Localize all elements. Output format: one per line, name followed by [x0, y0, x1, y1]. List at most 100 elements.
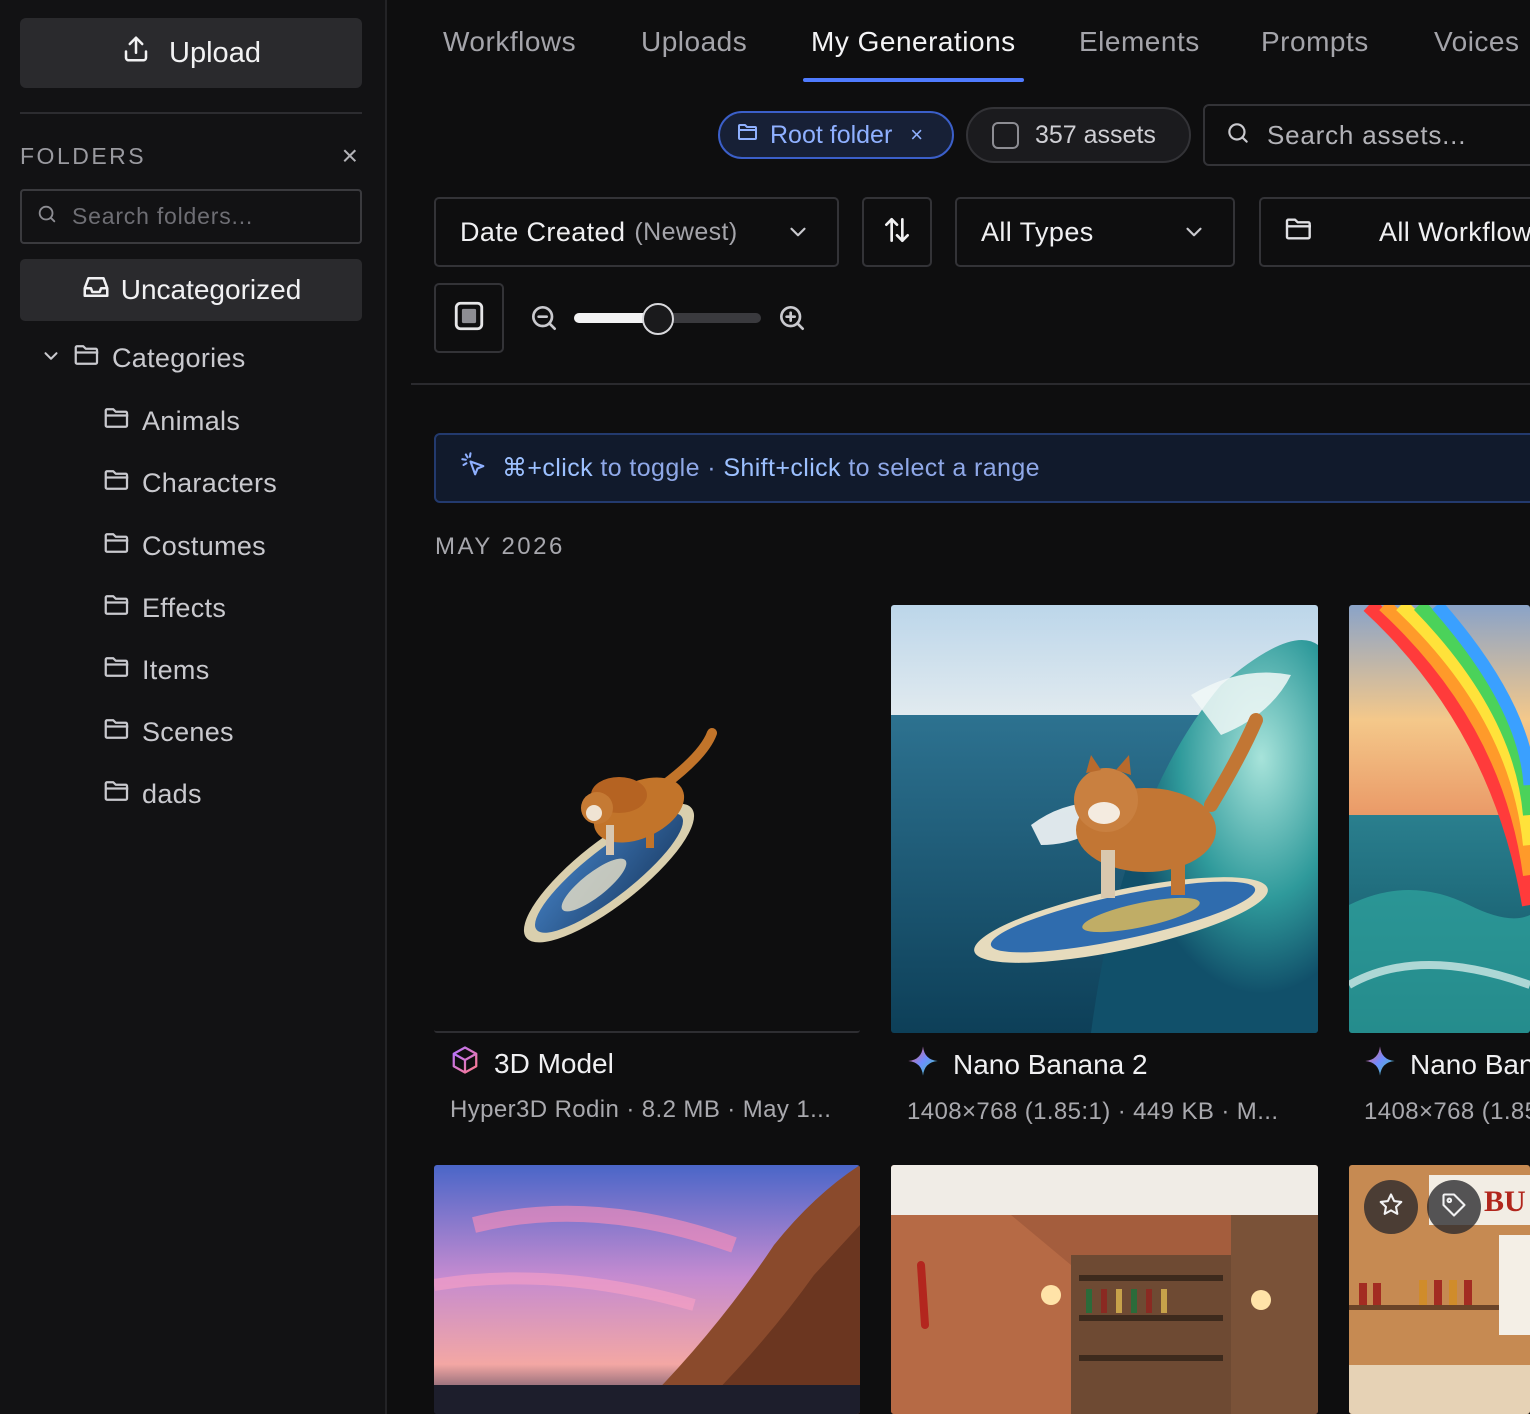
image-thumbnail [1349, 605, 1530, 1033]
folders-sidebar: Upload FOLDERS × Uncategorized Categorie… [0, 0, 387, 1414]
asset-card-image[interactable] [1349, 605, 1530, 1033]
folders-header: FOLDERS × [20, 140, 362, 172]
sparkle-icon [1364, 1045, 1396, 1084]
sort-arrows-icon [881, 214, 913, 251]
asset-search-input[interactable] [1267, 119, 1530, 151]
folder-search-input[interactable] [72, 203, 352, 230]
sidebar-item-dads[interactable]: dads [102, 776, 202, 813]
zoom-thumb[interactable] [642, 303, 675, 335]
workflow-select[interactable]: All Workflows [1259, 197, 1530, 267]
folder-icon [102, 528, 132, 565]
folder-label: Effects [142, 593, 227, 623]
select-all-assets-toggle[interactable]: 357 assets [966, 107, 1191, 163]
sidebar-item-scenes[interactable]: Scenes [102, 714, 234, 751]
cube-icon [450, 1045, 480, 1082]
folder-icon [102, 776, 132, 813]
star-icon [1377, 1191, 1405, 1224]
tag-button[interactable] [1427, 1180, 1481, 1234]
tab-elements[interactable]: Elements [1079, 26, 1200, 58]
folder-label: Costumes [142, 531, 266, 561]
folder-search-field [20, 189, 362, 244]
folders-title: FOLDERS [20, 142, 147, 169]
sidebar-item-effects[interactable]: Effects [102, 590, 226, 627]
tab-workflows[interactable]: Workflows [443, 26, 576, 58]
folder-label: Animals [142, 406, 241, 436]
sidebar-item-categories[interactable]: Categories [40, 340, 246, 377]
sidebar-item-animals[interactable]: Animals [102, 403, 240, 440]
image-thumbnail [891, 605, 1318, 1033]
sort-order: (Newest) [634, 217, 738, 246]
sidebar-item-uncategorized[interactable]: Uncategorized [20, 259, 362, 321]
card-title: 3D Model [494, 1047, 614, 1079]
image-thumbnail [434, 1165, 860, 1414]
range-text: to select a range [848, 454, 1040, 482]
toggle-key: ⌘+click [502, 454, 594, 482]
selection-hint-banner: ⌘+click to toggle · Shift+click to selec… [434, 433, 1530, 503]
checkbox[interactable] [992, 121, 1019, 149]
asset-card-image[interactable] [891, 1165, 1318, 1414]
square-view-icon [452, 299, 486, 338]
chevron-down-icon[interactable] [40, 343, 62, 374]
search-icon [1225, 120, 1251, 151]
card-title: Nano Banana 2 [1410, 1048, 1530, 1080]
categories-label: Categories [112, 343, 246, 373]
card-subtitle: 1408×768 (1.85:1) · 449 KB · M... [907, 1098, 1279, 1125]
inbox-icon [81, 272, 111, 309]
folder-open-icon [736, 120, 760, 151]
toolbar-divider [411, 383, 1530, 385]
card-subtitle: 1408×768 (1.85:1) · 449 KB · M... [1364, 1098, 1530, 1125]
sort-direction-button[interactable] [862, 197, 932, 267]
asset-card-image[interactable] [891, 605, 1318, 1033]
assets-main: Workflows Uploads My Generations Element… [389, 0, 1530, 1414]
upload-icon [121, 34, 151, 72]
assets-count: 357 assets [1035, 120, 1156, 149]
range-key: Shift+click [723, 454, 841, 482]
sidebar-item-costumes[interactable]: Costumes [102, 528, 266, 565]
folder-icon [102, 652, 132, 689]
sidebar-divider [20, 112, 362, 114]
sidebar-item-characters[interactable]: Characters [102, 465, 277, 502]
folder-icon [102, 590, 132, 627]
folder-icon [72, 340, 102, 377]
active-tab-indicator [803, 78, 1024, 82]
tab-prompts[interactable]: Prompts [1261, 26, 1369, 58]
asset-card-meta: 3D Model Hyper3D Rodin · 8.2 MB · May 1.… [450, 1045, 860, 1124]
type-select[interactable]: All Types [955, 197, 1235, 267]
chevron-down-icon [785, 219, 811, 252]
tab-voices[interactable]: Voices [1434, 26, 1520, 58]
chevron-down-icon [1181, 219, 1207, 252]
sort-label: Date Created [460, 216, 626, 247]
sort-select[interactable]: Date Created (Newest) [434, 197, 839, 267]
zoom-in-icon[interactable] [776, 302, 808, 339]
folder-icon [102, 403, 132, 440]
grid-view-toggle[interactable] [434, 283, 504, 353]
workflow-label: All Workflows [1379, 216, 1530, 247]
close-icon[interactable]: × [910, 122, 923, 148]
uncategorized-label: Uncategorized [120, 274, 302, 305]
type-label: All Types [981, 216, 1094, 247]
tab-uploads[interactable]: Uploads [641, 26, 747, 58]
svg-text:BU: BU [1484, 1185, 1526, 1218]
upload-label: Upload [169, 36, 261, 69]
toggle-text: to toggle · [600, 454, 716, 482]
root-folder-label: Root folder [770, 120, 893, 149]
3d-model-thumbnail [523, 728, 717, 943]
asset-card-image[interactable]: BU [1349, 1165, 1530, 1414]
favorite-button[interactable] [1364, 1180, 1418, 1234]
folder-label: dads [142, 779, 202, 809]
zoom-slider[interactable] [574, 303, 761, 335]
sidebar-item-items[interactable]: Items [102, 652, 210, 689]
cursor-click-icon [460, 451, 488, 486]
asset-card-image[interactable] [434, 1165, 860, 1414]
root-folder-chip[interactable]: Root folder × [718, 111, 954, 159]
hint-text: ⌘+click to toggle · Shift+click to selec… [502, 453, 1040, 483]
tab-my-generations[interactable]: My Generations [811, 26, 1016, 58]
close-icon[interactable]: × [342, 142, 358, 170]
folder-icon [102, 714, 132, 751]
card-subtitle: Hyper3D Rodin · 8.2 MB · May 1... [450, 1096, 832, 1123]
asset-card-3d-model[interactable] [434, 605, 860, 1033]
search-icon [36, 203, 58, 230]
zoom-out-icon[interactable] [528, 302, 560, 339]
upload-button[interactable]: Upload [20, 18, 362, 88]
folder-icon [1283, 213, 1315, 252]
